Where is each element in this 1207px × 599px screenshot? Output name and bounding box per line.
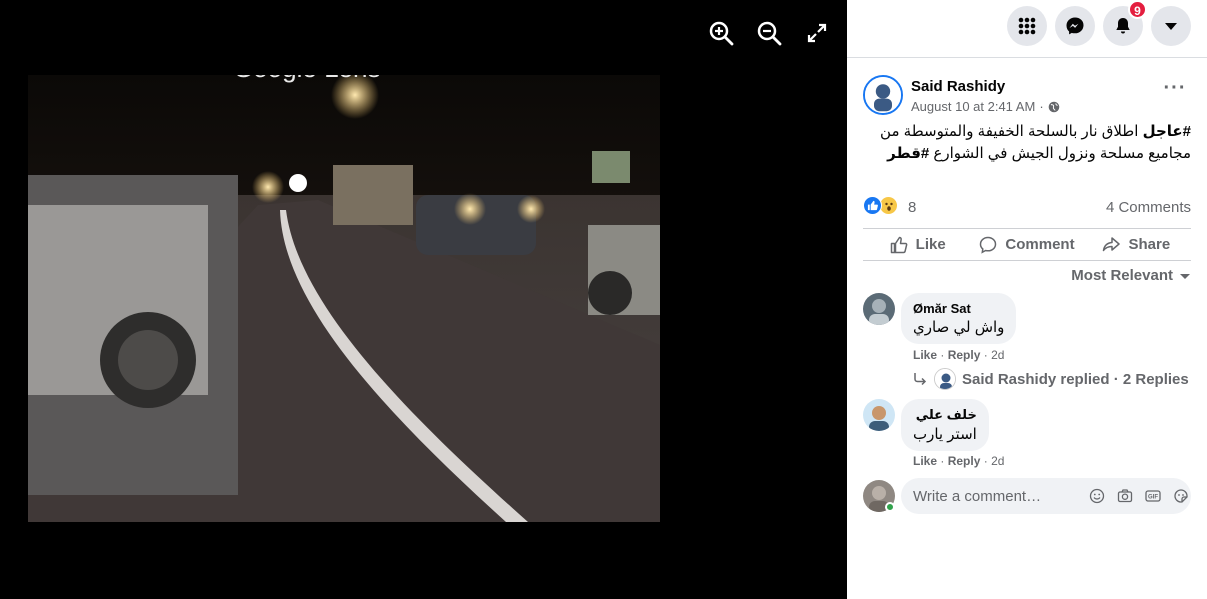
share-button[interactable]: Share [1082, 229, 1191, 260]
meta-dot: · [983, 454, 988, 468]
post-actions: Like Comment Share [863, 228, 1191, 261]
comment-meta: Like · Reply · 2d [913, 348, 1004, 362]
like-label: Like [915, 236, 946, 253]
globe-icon [1048, 101, 1059, 112]
image-watermark: Google Lens [233, 75, 380, 83]
top-bar: 9 [847, 0, 1207, 58]
svg-text:GIF: GIF [1148, 495, 1158, 501]
comment-reply-link[interactable]: Reply [948, 348, 981, 362]
notifications-button[interactable]: 9 [1103, 0, 1147, 46]
post-text-part-1: اطلاق نار بالسلحة الخفيفة والمتوسطة من [880, 123, 1143, 140]
comment-bubble: Ømăr Sat واش لي صاري [901, 293, 1017, 344]
hashtag-urgent[interactable]: #عاجل [1143, 123, 1191, 140]
hashtag-qatar[interactable]: #قطر [887, 145, 929, 162]
commenter-avatar[interactable] [863, 399, 895, 431]
account-menu-button[interactable] [1151, 6, 1191, 46]
like-reaction-icon[interactable] [863, 196, 882, 215]
bell-icon [1116, 18, 1130, 34]
sort-label: Most Relevant [1071, 267, 1173, 284]
messenger-icon [1066, 17, 1084, 35]
comment-text: استر يارب [913, 426, 977, 443]
sticker-icon[interactable] [1173, 488, 1189, 504]
thumbs-up-icon [890, 236, 908, 253]
comment-sort-dropdown[interactable]: Most Relevant [1071, 267, 1191, 284]
write-comment-area: GIF [863, 478, 1191, 514]
post-meta: August 10 at 2:41 AM · [911, 99, 1060, 114]
share-label: Share [1128, 236, 1171, 253]
comment-age[interactable]: 2d [991, 454, 1004, 468]
online-status-dot [885, 502, 895, 512]
photo-viewer: Google Lens [0, 0, 847, 599]
more-icon[interactable]: ··· [1163, 78, 1187, 103]
menu-button[interactable] [1007, 6, 1047, 46]
replier-avatar [934, 368, 956, 390]
share-icon [1103, 236, 1121, 251]
comment-text: واش لي صاري [913, 319, 1005, 336]
zoom-in-icon[interactable] [708, 20, 734, 46]
commenter-avatar[interactable] [863, 293, 895, 325]
menu-grid-icon [1018, 17, 1036, 35]
comment-like-link[interactable]: Like [913, 348, 937, 362]
fullscreen-icon[interactable] [804, 20, 830, 46]
comment-icon [980, 236, 997, 254]
notification-badge: 9 [1128, 0, 1147, 19]
commenter-name[interactable]: Ømăr Sat [913, 301, 1004, 316]
messenger-button[interactable] [1055, 6, 1095, 46]
post-text: #عاجل اطلاق نار بالسلحة الخفيفة والمتوسط… [863, 121, 1191, 165]
post-text-line-1: #عاجل اطلاق نار بالسلحة الخفيفة والمتوسط… [863, 121, 1191, 143]
post-text-part-2: مجاميع مسلحة ونزول الجيش في الشوارع [929, 145, 1191, 162]
meta-dot: · [983, 348, 988, 362]
reactions-row: 8 4 Comments [863, 196, 1191, 220]
comment-reply-link[interactable]: Reply [948, 454, 981, 468]
meta-separator: · [1039, 99, 1044, 114]
author-avatar[interactable] [863, 75, 903, 115]
camera-icon[interactable] [1117, 488, 1133, 504]
reaction-count[interactable]: 8 [908, 199, 916, 216]
night-street-photo: Google Lens [28, 75, 660, 522]
comment-label: Comment [1005, 236, 1075, 253]
reply-arrow-icon [914, 373, 927, 386]
comment-like-link[interactable]: Like [913, 454, 937, 468]
reply-summary[interactable]: Said Rashidy replied · 2 Replies [912, 368, 1189, 390]
post-timestamp[interactable]: August 10 at 2:41 AM [911, 99, 1035, 114]
meta-dot: · [940, 348, 945, 362]
comment-button[interactable]: Comment [972, 229, 1081, 260]
comment-count[interactable]: 4 Comments [1106, 199, 1191, 216]
post-panel: 9 Said Rashidy August 10 at 2:41 AM · ··… [847, 0, 1207, 599]
caret-down-icon [1165, 23, 1177, 30]
gif-icon[interactable]: GIF [1145, 488, 1161, 504]
like-button[interactable]: Like [863, 229, 972, 260]
comment-bubble: خلف علي استر يارب [901, 399, 989, 451]
zoom-out-icon[interactable] [756, 20, 782, 46]
commenter-name[interactable]: خلف علي [913, 407, 977, 423]
meta-dot: · [940, 454, 945, 468]
emoji-icon[interactable] [1089, 488, 1105, 504]
comment-age[interactable]: 2d [991, 348, 1004, 362]
post-text-line-2: مجاميع مسلحة ونزول الجيش في الشوارع #قطر [863, 143, 1191, 165]
comment-meta: Like · Reply · 2d [913, 454, 1004, 468]
post-photo[interactable]: Google Lens [28, 75, 660, 522]
post-header: Said Rashidy August 10 at 2:41 AM · ··· [863, 75, 1193, 119]
author-name[interactable]: Said Rashidy [911, 78, 1005, 95]
caret-down-icon [1180, 273, 1190, 279]
reply-summary-text: Said Rashidy replied · 2 Replies [962, 370, 1189, 388]
